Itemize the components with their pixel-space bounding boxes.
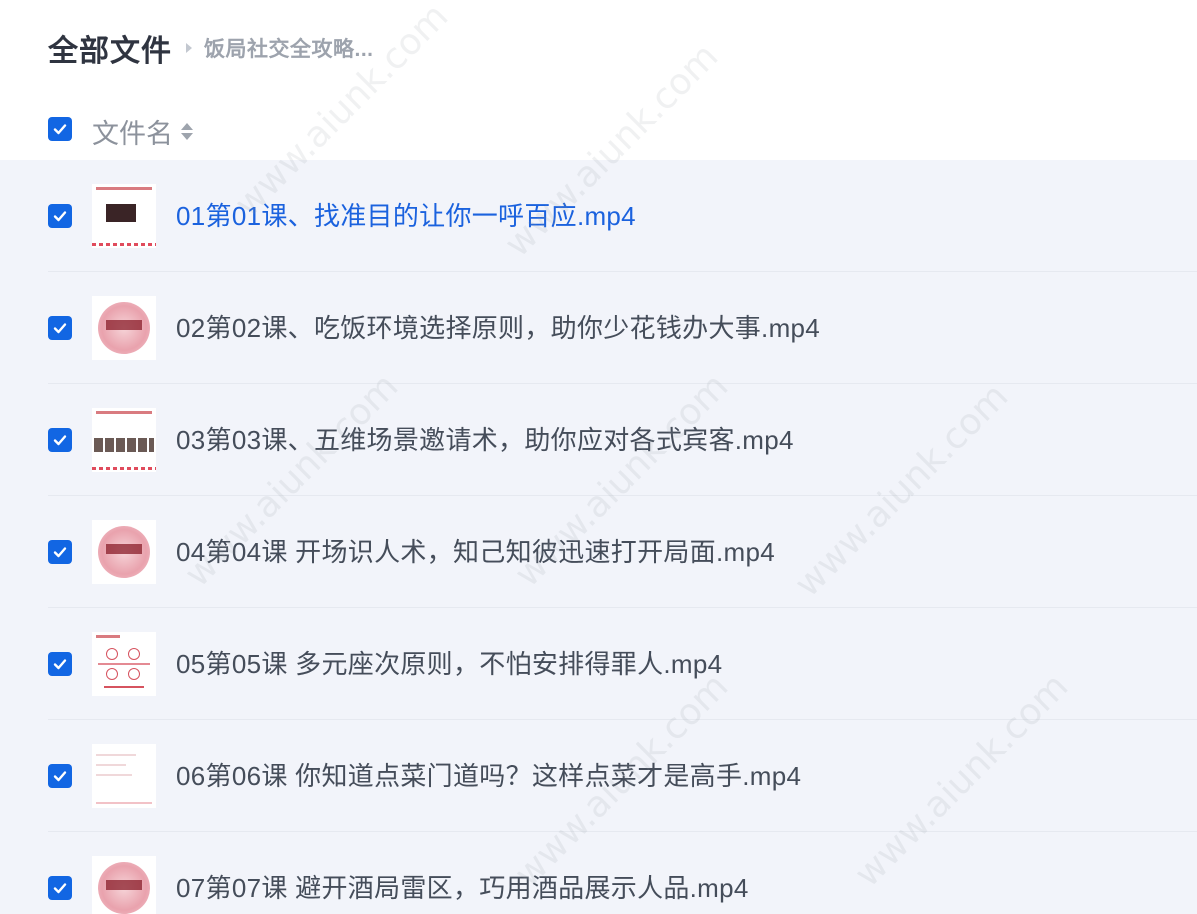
video-thumbnail[interactable]: [92, 632, 156, 696]
file-name-link[interactable]: 07第07课 避开酒局雷区，巧用酒品展示人品.mp4: [176, 868, 749, 905]
video-thumbnail[interactable]: [92, 520, 156, 584]
file-name-link[interactable]: 03第03课、五维场景邀请术，助你应对各式宾客.mp4: [176, 420, 794, 457]
breadcrumb-current[interactable]: 饭局社交全攻略...: [204, 33, 374, 63]
breadcrumb-separator-icon: [186, 43, 192, 53]
row-checkbox[interactable]: [48, 764, 72, 788]
select-all-checkbox[interactable]: [48, 117, 72, 141]
video-thumbnail[interactable]: [92, 184, 156, 248]
row-checkbox[interactable]: [48, 876, 72, 900]
checkmark-icon: [53, 211, 67, 222]
checkmark-icon: [53, 124, 67, 135]
breadcrumb-root[interactable]: 全部文件: [48, 26, 172, 70]
checkmark-icon: [53, 659, 67, 670]
file-row[interactable]: 01第01课、找准目的让你一呼百应.mp4: [0, 160, 1197, 272]
video-thumbnail[interactable]: [92, 408, 156, 472]
file-list: 01第01课、找准目的让你一呼百应.mp4 02第02课、吃饭环境选择原则，助你…: [0, 160, 1197, 914]
checkmark-icon: [53, 883, 67, 894]
row-checkbox[interactable]: [48, 540, 72, 564]
file-browser: 全部文件 饭局社交全攻略... 文件名 01第01课、找准目的让你一呼百应.mp…: [0, 0, 1197, 914]
video-thumbnail[interactable]: [92, 856, 156, 914]
list-header: 文件名: [0, 104, 1197, 154]
row-checkbox[interactable]: [48, 316, 72, 340]
breadcrumb: 全部文件 饭局社交全攻略...: [48, 28, 374, 68]
column-header-label: 文件名: [92, 119, 173, 149]
file-name-link[interactable]: 02第02课、吃饭环境选择原则，助你少花钱办大事.mp4: [176, 308, 820, 345]
video-thumbnail[interactable]: [92, 744, 156, 808]
column-header-filename[interactable]: 文件名: [92, 112, 193, 151]
file-row[interactable]: 07第07课 避开酒局雷区，巧用酒品展示人品.mp4: [0, 832, 1197, 914]
file-name-link[interactable]: 06第06课 你知道点菜门道吗？这样点菜才是高手.mp4: [176, 756, 801, 793]
file-name-link[interactable]: 05第05课 多元座次原则，不怕安排得罪人.mp4: [176, 644, 722, 681]
file-row[interactable]: 06第06课 你知道点菜门道吗？这样点菜才是高手.mp4: [0, 720, 1197, 832]
checkmark-icon: [53, 771, 67, 782]
file-name-link[interactable]: 01第01课、找准目的让你一呼百应.mp4: [176, 196, 636, 233]
file-row[interactable]: 05第05课 多元座次原则，不怕安排得罪人.mp4: [0, 608, 1197, 720]
row-checkbox[interactable]: [48, 428, 72, 452]
file-name-link[interactable]: 04第04课 开场识人术，知己知彼迅速打开局面.mp4: [176, 532, 775, 569]
file-row[interactable]: 02第02课、吃饭环境选择原则，助你少花钱办大事.mp4: [0, 272, 1197, 384]
file-row[interactable]: 03第03课、五维场景邀请术，助你应对各式宾客.mp4: [0, 384, 1197, 496]
checkmark-icon: [53, 323, 67, 334]
checkmark-icon: [53, 547, 67, 558]
row-checkbox[interactable]: [48, 652, 72, 676]
sort-updown-icon[interactable]: [181, 123, 193, 140]
video-thumbnail[interactable]: [92, 296, 156, 360]
file-row[interactable]: 04第04课 开场识人术，知己知彼迅速打开局面.mp4: [0, 496, 1197, 608]
row-checkbox[interactable]: [48, 204, 72, 228]
checkmark-icon: [53, 435, 67, 446]
